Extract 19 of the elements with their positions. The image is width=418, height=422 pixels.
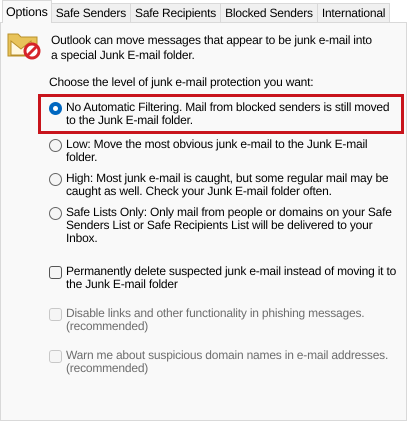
tab[interactable]: Options [2,0,52,23]
option-label: Disable links and other functionality in phishing messages. (recommended) [66,307,366,333]
intro-text: Outlook can move messages that appear to be junk e-mail into a special Junk E-mail folder. [51,33,373,63]
radio-button[interactable] [49,173,62,186]
prompt-text: Choose the level of junk e-mail protection you want: [49,75,314,90]
option-label: Low: Move the most obvious junk e-mail to the Junk E-mail folder. [66,138,368,164]
tab[interactable]: Safe Senders [52,3,132,23]
tab[interactable]: International [318,3,390,23]
option-label: Permanently delete suspected junk e-mail instead of moving it to the Junk E-mail folder [66,265,398,291]
radio-button[interactable] [49,139,62,152]
radio-button[interactable] [49,207,62,220]
tab[interactable]: Blocked Senders [221,3,318,23]
option-label: High: Most junk e-mail is caught, but some regular mail may be caught as well. Check your Junk E-mail folder often. [66,172,390,198]
tab[interactable]: Safe Recipients [131,3,222,23]
option-label: Safe Lists Only: Only mail from people or domains on your Safe Senders List or Safe Recipients List will be delivered to your Inbox. [66,206,393,245]
checkbox[interactable] [49,266,62,279]
option-label: Warn me about suspicious domain names in e-mail addresses. (recommended) [66,349,390,375]
radio-button[interactable] [49,102,62,115]
option-label: No Automatic Filtering. Mail from blocked senders is still moved to the Junk E-mail folder. [66,101,390,127]
